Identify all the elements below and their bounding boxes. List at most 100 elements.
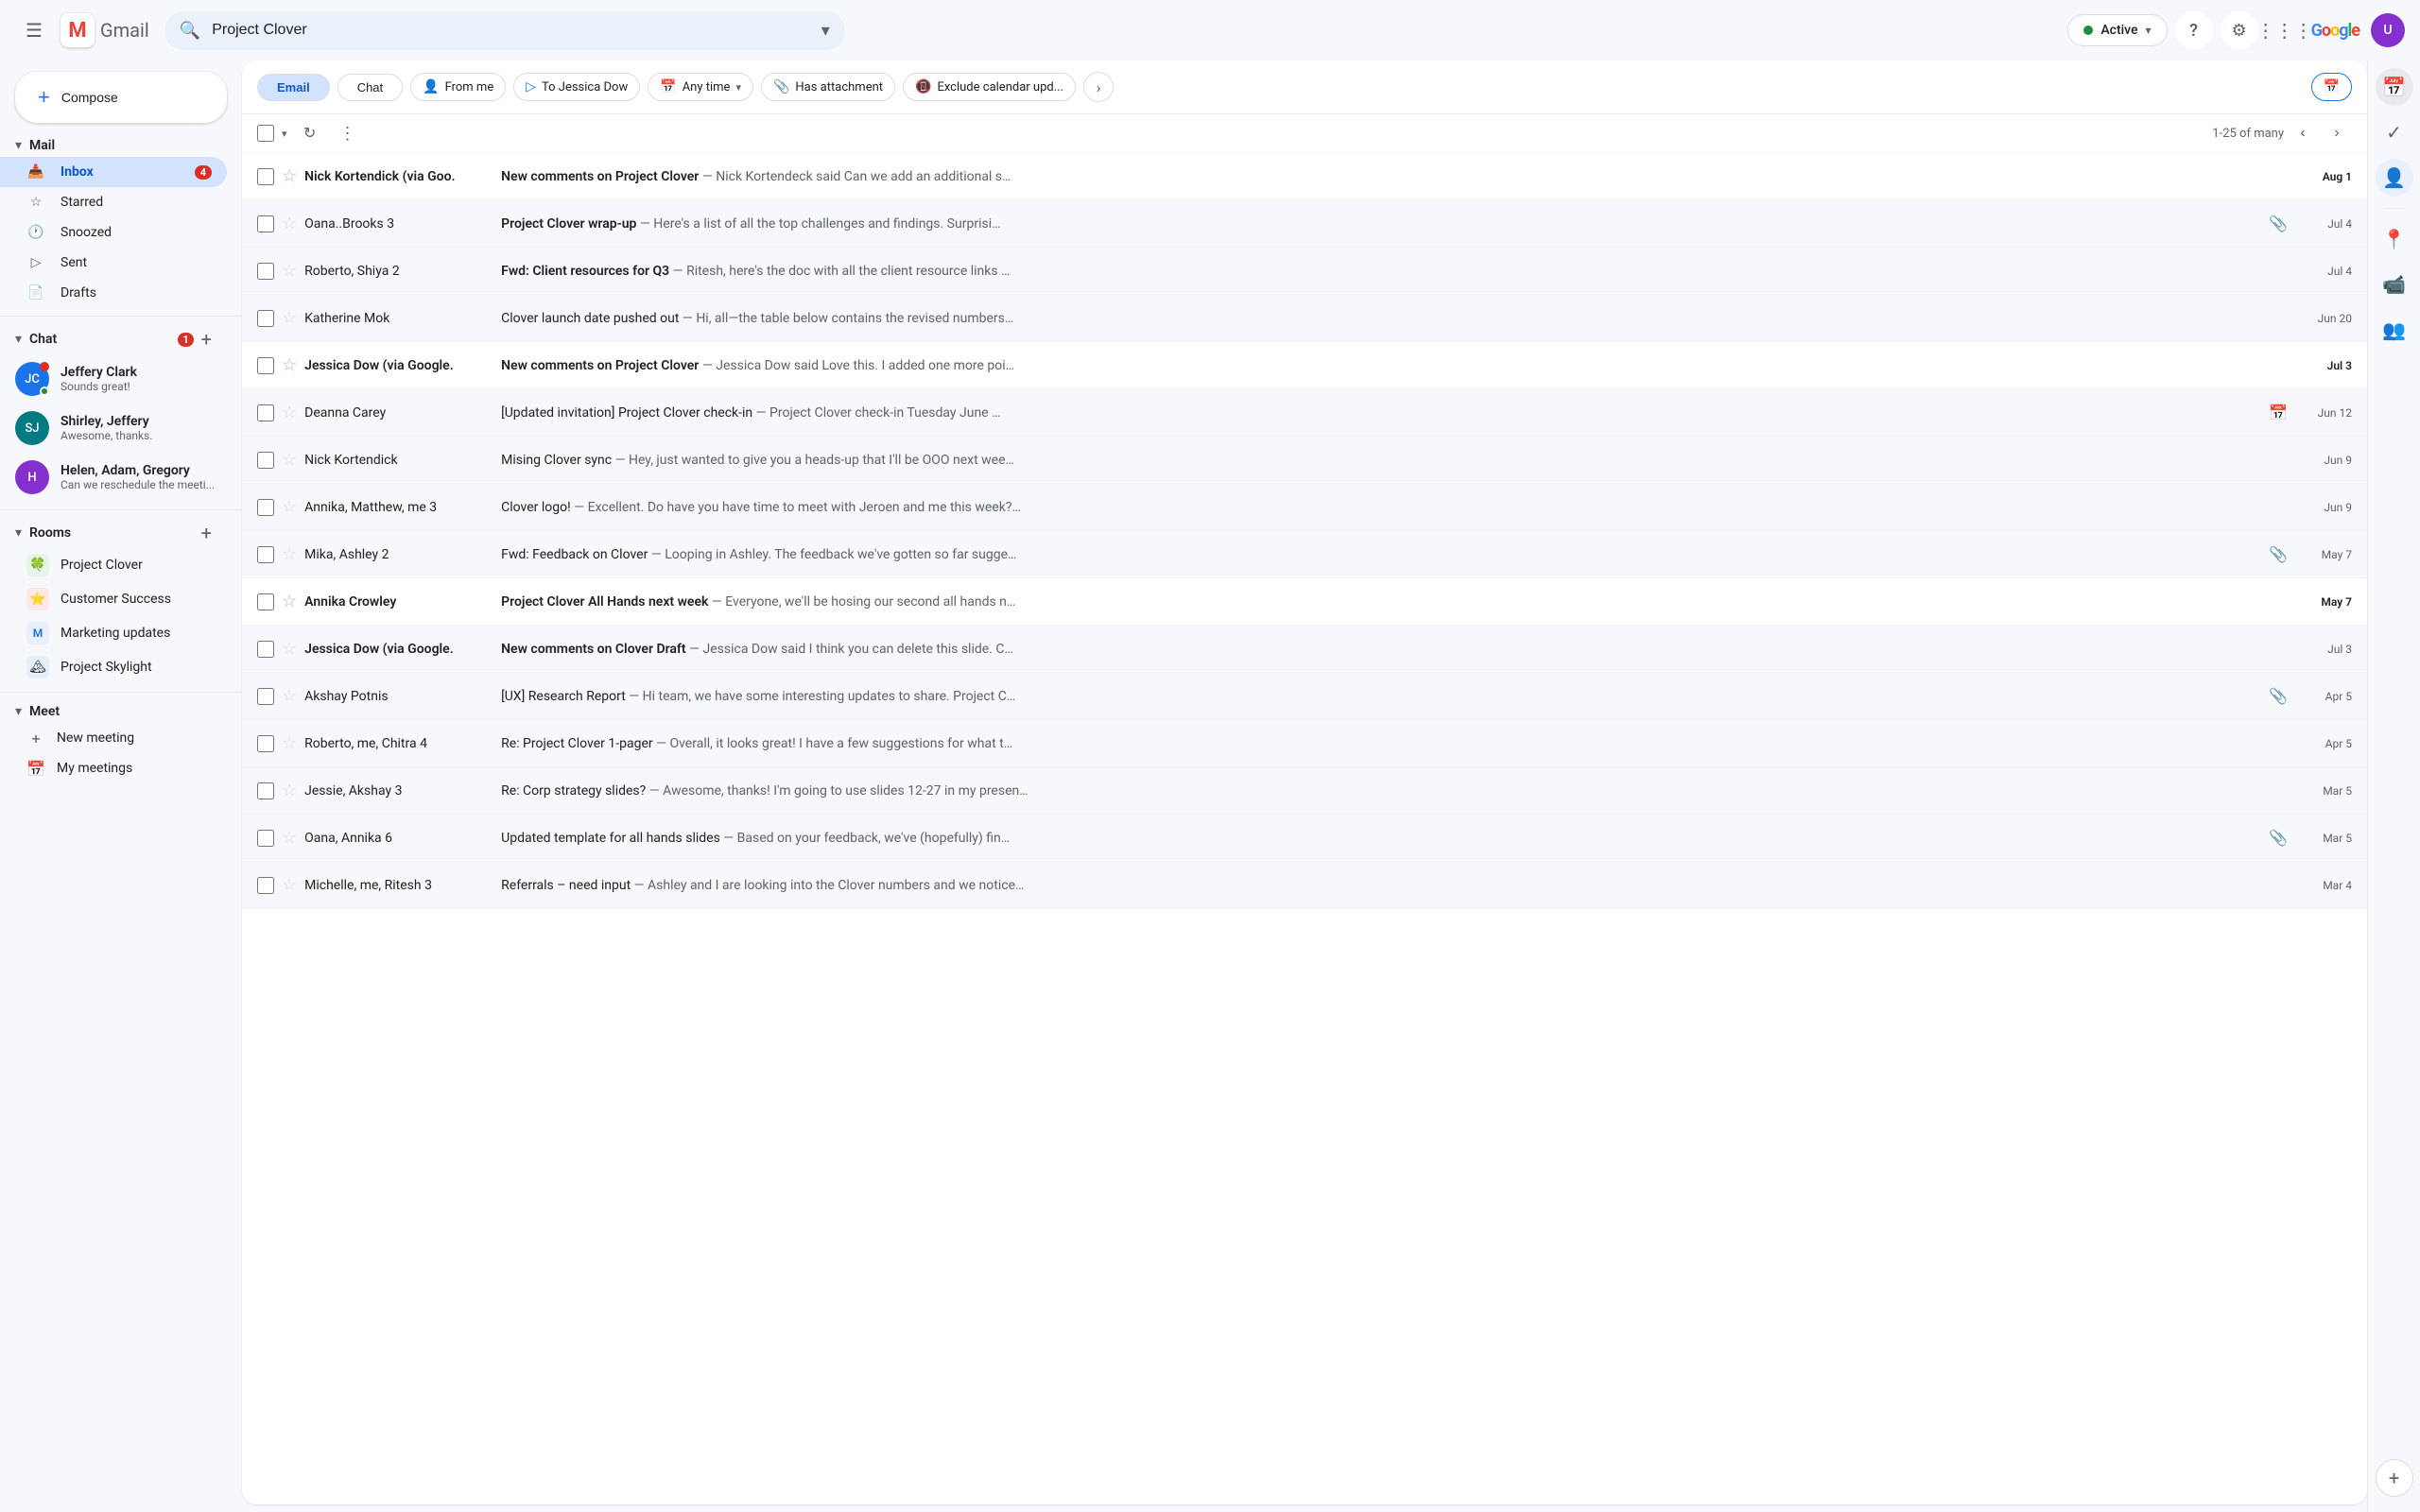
filter-chip-exclude-calendar[interactable]: 📵 Exclude calendar upd... — [903, 73, 1076, 101]
pagination-next[interactable]: › — [2322, 118, 2352, 148]
tab-chat[interactable]: Chat — [337, 74, 403, 101]
row-checkbox[interactable] — [257, 593, 274, 610]
room-item-marketing[interactable]: M Marketing updates — [0, 616, 227, 650]
table-row[interactable]: ☆ Katherine Mok Clover launch date pushe… — [242, 295, 2367, 342]
filter-chip-calendar-right[interactable]: 📅 — [2311, 73, 2352, 101]
chat-item-shirley[interactable]: SJ Shirley, Jeffery Awesome, thanks. — [0, 404, 227, 453]
row-checkbox[interactable] — [257, 357, 274, 374]
sidebar-item-new-meeting[interactable]: + New meeting — [0, 723, 227, 753]
row-checkbox[interactable] — [257, 546, 274, 563]
right-sidebar-add-button[interactable]: + — [2376, 1459, 2413, 1497]
row-checkbox[interactable] — [257, 688, 274, 705]
apps-button[interactable]: ⋮⋮⋮ — [2266, 11, 2304, 49]
row-star-icon[interactable]: ☆ — [282, 166, 297, 186]
row-star-icon[interactable]: ☆ — [282, 875, 297, 895]
sidebar-item-my-meetings[interactable]: 📅 My meetings — [0, 753, 227, 783]
table-row[interactable]: ☆ Mika, Ashley 2 Fwd: Feedback on Clover… — [242, 531, 2367, 578]
table-row[interactable]: ☆ Annika, Matthew, me 3 Clover logo! — E… — [242, 484, 2367, 531]
row-sender: Nick Kortendick — [304, 453, 493, 468]
row-checkbox[interactable] — [257, 404, 274, 421]
row-star-icon[interactable]: ☆ — [282, 214, 297, 233]
row-star-icon[interactable]: ☆ — [282, 686, 297, 706]
filter-chip-has-attachment[interactable]: 📎 Has attachment — [761, 73, 895, 101]
chat-item-helen[interactable]: H Helen, Adam, Gregory Can we reschedule… — [0, 453, 227, 502]
room-item-project-skylight[interactable]: 🏔 Project Skylight — [0, 650, 227, 684]
filter-chip-to-jessica[interactable]: ▷ To Jessica Dow — [513, 73, 640, 101]
row-star-icon[interactable]: ☆ — [282, 828, 297, 848]
row-checkbox[interactable] — [257, 168, 274, 185]
rooms-section-header[interactable]: ▾ Rooms + — [0, 518, 227, 548]
table-row[interactable]: ☆ Roberto, me, Chitra 4 Re: Project Clov… — [242, 720, 2367, 767]
room-item-customer-success[interactable]: ⭐ Customer Success — [0, 582, 227, 616]
table-row[interactable]: ☆ Roberto, Shiya 2 Fwd: Client resources… — [242, 248, 2367, 295]
row-star-icon[interactable]: ☆ — [282, 308, 297, 328]
right-sidebar-meet-button[interactable]: 📹 — [2376, 266, 2413, 303]
chat-item-jeffery[interactable]: JC Jeffery Clark Sounds great! — [0, 354, 227, 404]
row-star-icon[interactable]: ☆ — [282, 261, 297, 281]
sidebar-item-inbox[interactable]: 📥 Inbox 4 — [0, 157, 227, 187]
table-row[interactable]: ☆ Jessie, Akshay 3 Re: Corp strategy sli… — [242, 767, 2367, 815]
table-row[interactable]: ☆ Michelle, me, Ritesh 3 Referrals – nee… — [242, 862, 2367, 909]
row-checkbox[interactable] — [257, 641, 274, 658]
row-checkbox[interactable] — [257, 215, 274, 232]
menu-icon[interactable]: ☰ — [15, 11, 53, 49]
table-row[interactable]: ☆ Jessica Dow (via Google. New comments … — [242, 342, 2367, 389]
compose-button[interactable]: + Compose — [15, 72, 227, 123]
row-star-icon[interactable]: ☆ — [282, 450, 297, 470]
more-options-button[interactable]: ⋮ — [333, 118, 363, 148]
row-star-icon[interactable]: ☆ — [282, 544, 297, 564]
row-star-icon[interactable]: ☆ — [282, 403, 297, 422]
right-sidebar-calendar-button[interactable]: 📅 — [2376, 68, 2413, 106]
row-checkbox[interactable] — [257, 310, 274, 327]
row-star-icon[interactable]: ☆ — [282, 733, 297, 753]
row-star-icon[interactable]: ☆ — [282, 639, 297, 659]
user-avatar[interactable]: U — [2371, 13, 2405, 47]
chat-section-header[interactable]: ▾ Chat 1 + — [0, 324, 227, 354]
sidebar-item-snoozed[interactable]: 🕐 Snoozed — [0, 217, 227, 248]
rooms-section-add-icon[interactable]: + — [201, 522, 212, 544]
tab-email[interactable]: Email — [257, 74, 330, 101]
row-checkbox[interactable] — [257, 499, 274, 516]
checkbox-dropdown-icon[interactable]: ▾ — [282, 128, 287, 140]
sidebar-item-starred[interactable]: ☆ Starred — [0, 187, 227, 217]
meet-section-header[interactable]: ▾ Meet — [0, 700, 227, 723]
filter-chip-from-me[interactable]: 👤 From me — [410, 73, 506, 101]
help-button[interactable]: ? — [2175, 11, 2213, 49]
chat-section-add-icon[interactable]: + — [201, 328, 212, 351]
right-sidebar-maps-button[interactable]: 📍 — [2376, 220, 2413, 258]
row-checkbox[interactable] — [257, 263, 274, 280]
settings-button[interactable]: ⚙ — [2221, 11, 2258, 49]
table-row[interactable]: ☆ Nick Kortendick (via Goo. New comments… — [242, 153, 2367, 200]
table-row[interactable]: ☆ Nick Kortendick Mising Clover sync — H… — [242, 437, 2367, 484]
sidebar-item-sent[interactable]: ▷ Sent — [0, 248, 227, 278]
room-item-project-clover[interactable]: 🍀 Project Clover — [0, 548, 227, 582]
right-sidebar-task-button[interactable]: ✓ — [2376, 113, 2413, 151]
row-checkbox[interactable] — [257, 877, 274, 894]
right-sidebar-people-button[interactable]: 👥 — [2376, 311, 2413, 349]
search-input[interactable] — [212, 22, 810, 39]
select-all-checkbox[interactable] — [257, 125, 274, 142]
table-row[interactable]: ☆ Annika Crowley Project Clover All Hand… — [242, 578, 2367, 626]
search-dropdown-icon[interactable]: ▾ — [821, 21, 830, 41]
table-row[interactable]: ☆ Oana, Annika 6 Updated template for al… — [242, 815, 2367, 862]
row-star-icon[interactable]: ☆ — [282, 497, 297, 517]
row-checkbox[interactable] — [257, 452, 274, 469]
right-sidebar-contacts-button[interactable]: 👤 — [2376, 159, 2413, 197]
table-row[interactable]: ☆ Akshay Potnis [UX] Research Report — H… — [242, 673, 2367, 720]
table-row[interactable]: ☆ Oana..Brooks 3 Project Clover wrap-up … — [242, 200, 2367, 248]
table-row[interactable]: ☆ Deanna Carey [Updated invitation] Proj… — [242, 389, 2367, 437]
row-star-icon[interactable]: ☆ — [282, 781, 297, 800]
row-star-icon[interactable]: ☆ — [282, 355, 297, 375]
filter-chip-any-time[interactable]: 📅 Any time ▾ — [648, 73, 753, 101]
table-row[interactable]: ☆ Jessica Dow (via Google. New comments … — [242, 626, 2367, 673]
row-star-icon[interactable]: ☆ — [282, 592, 297, 611]
pagination-prev[interactable]: ‹ — [2288, 118, 2318, 148]
row-checkbox[interactable] — [257, 830, 274, 847]
mail-section-header[interactable]: ▾ Mail — [0, 134, 227, 157]
row-checkbox[interactable] — [257, 735, 274, 752]
sidebar-item-drafts[interactable]: 📄 Drafts — [0, 278, 227, 308]
filter-more-button[interactable]: › — [1083, 72, 1114, 102]
status-button[interactable]: Active ▾ — [2067, 14, 2167, 46]
refresh-button[interactable]: ↻ — [295, 118, 325, 148]
row-checkbox[interactable] — [257, 782, 274, 799]
